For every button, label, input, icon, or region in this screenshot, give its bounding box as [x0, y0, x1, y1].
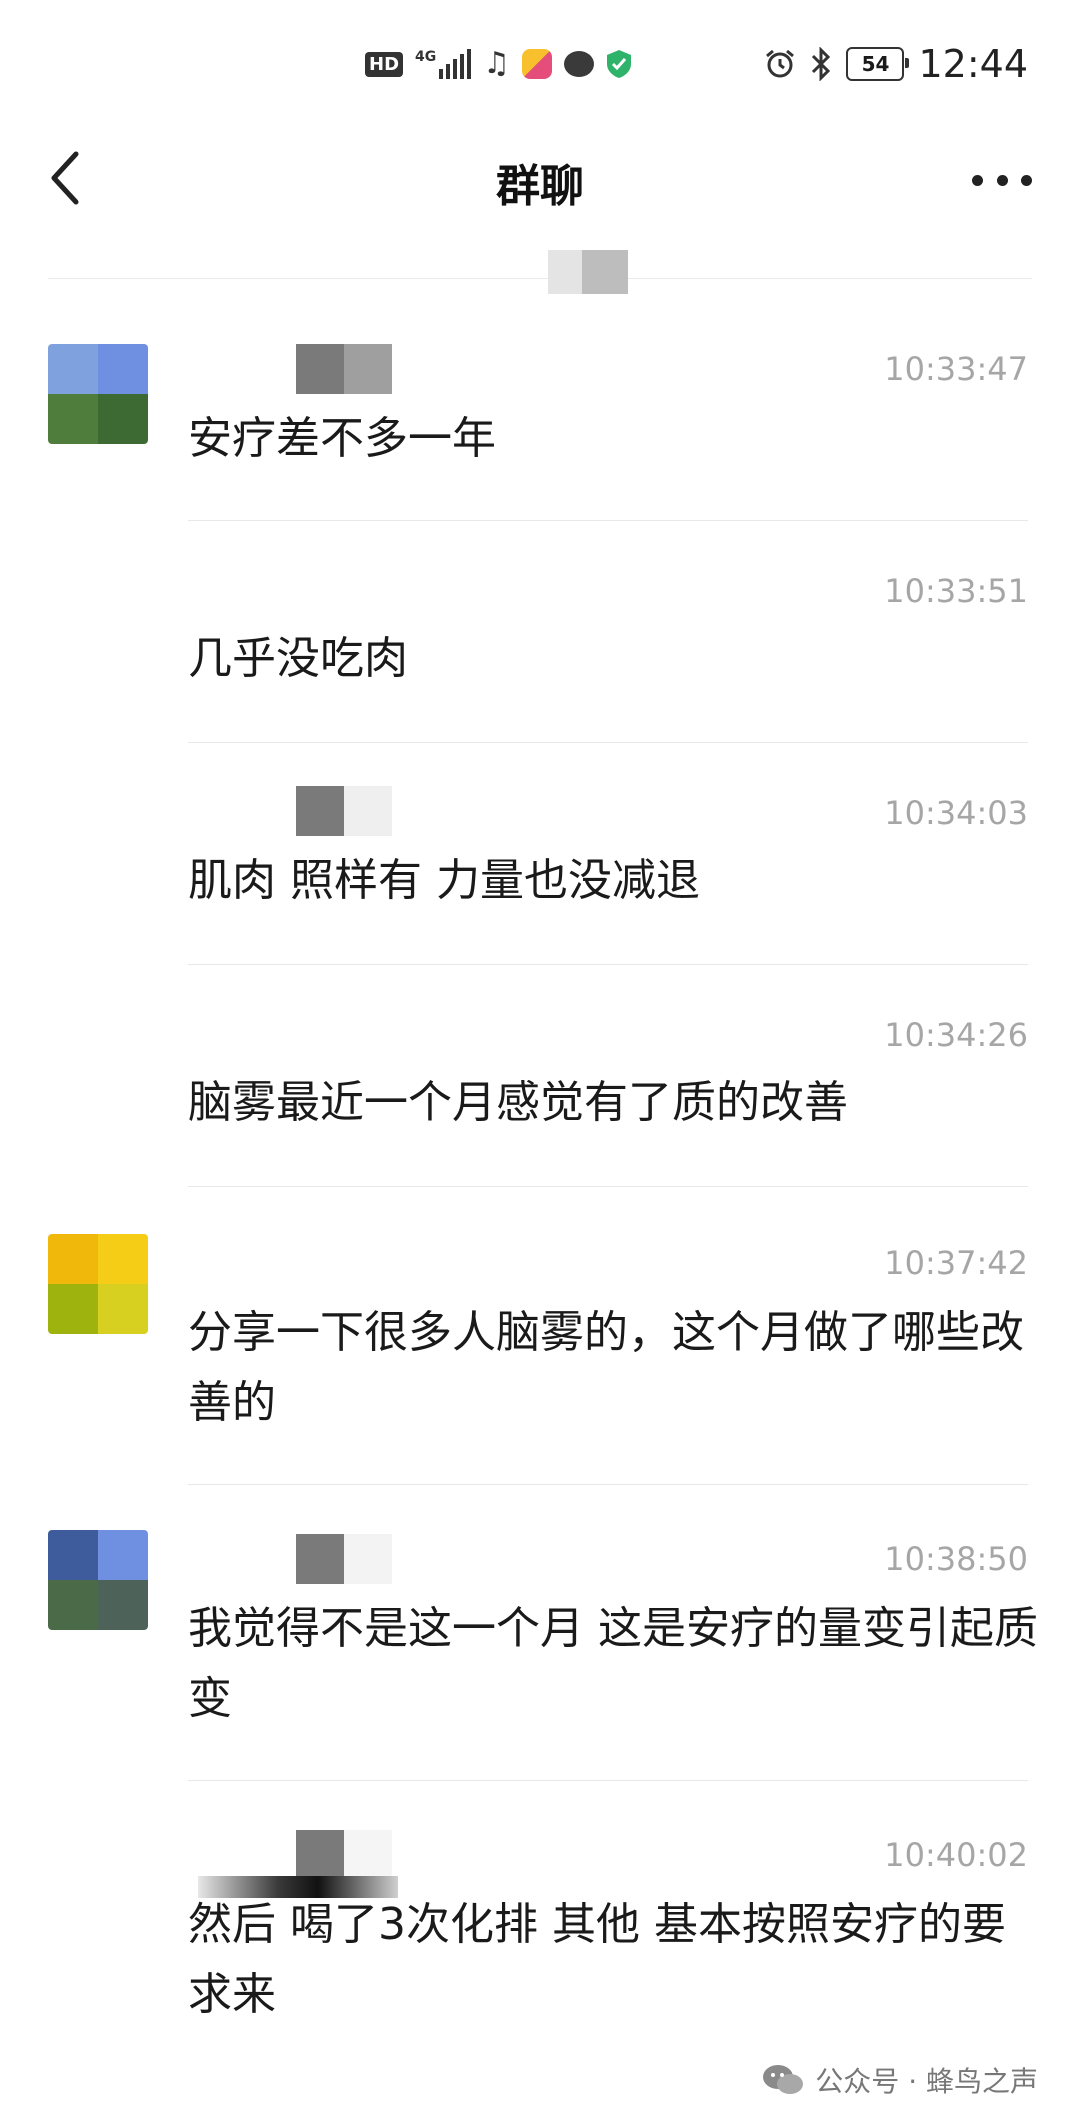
message-item[interactable]: 10:34:03 肌肉 照样有 力量也没减退: [0, 782, 1080, 962]
shield-icon: [607, 50, 632, 78]
status-left: HD 4G ♫: [365, 44, 632, 84]
divider: [188, 1780, 1028, 1781]
avatar[interactable]: [48, 1234, 148, 1334]
alarm-icon: [766, 49, 795, 78]
more-options-icon[interactable]: [972, 150, 1032, 210]
message-text: 然后 喝了3次化排 其他 基本按照安疗的要求来: [188, 1899, 1006, 2020]
bluetooth-icon: [812, 47, 831, 81]
message-text: 脑雾最近一个月感觉有了质的改善: [188, 1077, 848, 1128]
divider: [188, 964, 1028, 965]
message-text: 我觉得不是这一个月 这是安疗的量变引起质变: [188, 1603, 1038, 1724]
app-icon: [522, 49, 553, 79]
message-timestamp: 10:33:51: [884, 572, 1028, 610]
message-timestamp: 10:38:50: [884, 1540, 1028, 1578]
message-timestamp: 10:34:03: [884, 794, 1028, 832]
divider: [188, 1186, 1028, 1187]
nickname-redacted: [296, 1830, 392, 1880]
avatar[interactable]: [48, 1530, 148, 1630]
divider: [188, 742, 1028, 743]
nickname-redacted: [296, 344, 392, 394]
page-title: 群聊: [496, 161, 584, 212]
divider: [188, 1484, 1028, 1485]
message-timestamp: 10:37:42: [884, 1244, 1028, 1282]
message-item[interactable]: 10:37:42 分享一下很多人脑雾的，这个月做了哪些改善的: [0, 1234, 1080, 1474]
message-text: 分享一下很多人脑雾的，这个月做了哪些改善的: [188, 1307, 1024, 1428]
chat-bubble-icon: [564, 51, 595, 77]
message-text: 肌肉 照样有 力量也没减退: [188, 855, 700, 906]
wechat-icon: [763, 2065, 804, 2094]
message-text: 几乎没吃肉: [188, 633, 408, 684]
clock: 12:44: [918, 42, 1028, 86]
watermark-text: 公众号 · 蜂鸟之声: [815, 2065, 1038, 2098]
divider: [188, 520, 1028, 521]
signal-icon: 4G: [415, 49, 472, 79]
message-item[interactable]: 10:38:50 我觉得不是这一个月 这是安疗的量变引起质变: [0, 1530, 1080, 1770]
battery-icon: 54: [846, 47, 910, 81]
network-type: 4G: [415, 49, 437, 65]
message-text: 安疗差不多一年: [188, 413, 496, 464]
divider: [48, 278, 1032, 279]
avatar[interactable]: [48, 344, 148, 444]
nickname-redacted: [296, 786, 392, 836]
watermark: 公众号 · 蜂鸟之声: [761, 2060, 1038, 2100]
message-timestamp: 10:34:26: [884, 1016, 1028, 1054]
status-bar: HD 4G ♫ 54 12:44: [0, 0, 1080, 130]
nav-bar: 群聊: [0, 130, 1080, 230]
message-item[interactable]: 10:33:51 几乎没吃肉: [0, 560, 1080, 740]
message-item[interactable]: 10:33:47 安疗差不多一年: [0, 340, 1080, 520]
music-icon: ♫: [483, 46, 511, 81]
message-item[interactable]: 10:34:26 脑雾最近一个月感觉有了质的改善: [0, 1004, 1080, 1184]
message-timestamp: 10:40:02: [884, 1836, 1028, 1874]
status-right: 54 12:44: [764, 40, 1028, 88]
date-separator-redacted: [548, 250, 628, 294]
nickname-redacted: [296, 1534, 392, 1584]
message-timestamp: 10:33:47: [884, 350, 1028, 388]
hd-badge: HD: [365, 51, 404, 77]
message-item[interactable]: 10:40:02 然后 喝了3次化排 其他 基本按照安疗的要求来: [0, 1826, 1080, 2076]
